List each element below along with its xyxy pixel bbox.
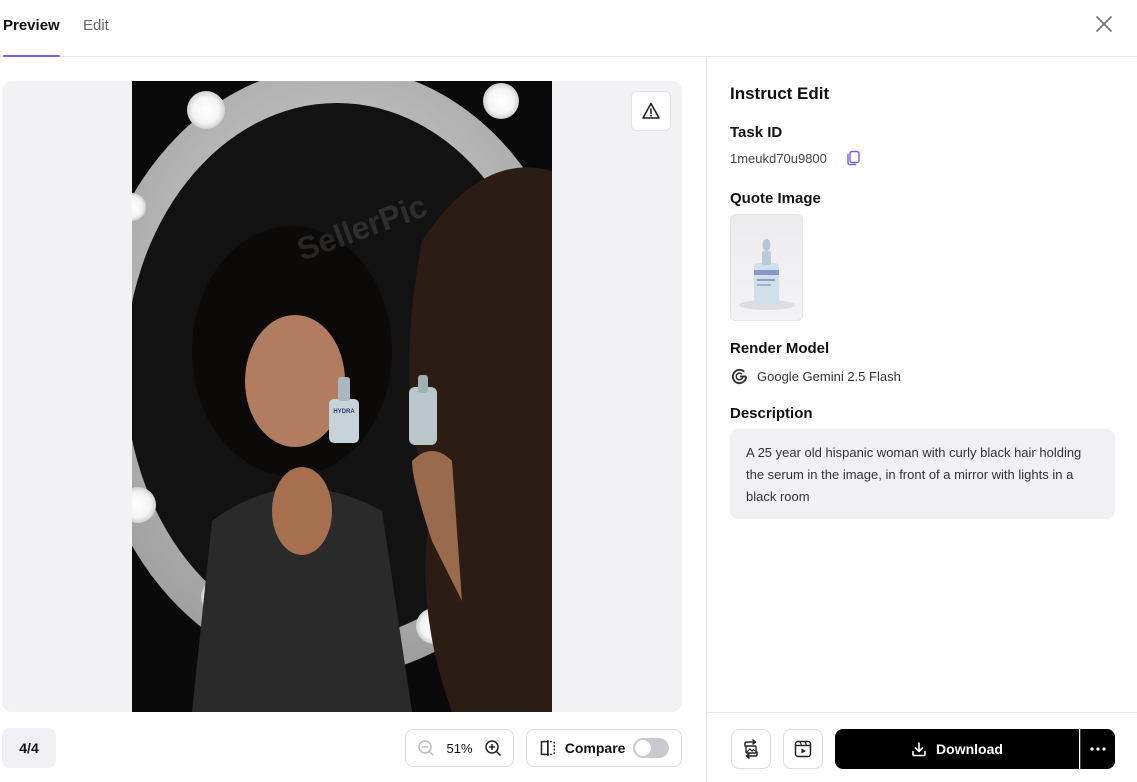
zoom-in-icon[interactable] bbox=[484, 739, 502, 757]
zoom-level: 51% bbox=[446, 740, 473, 756]
compare-label: Compare bbox=[564, 740, 626, 756]
tab-edit[interactable]: Edit bbox=[83, 0, 109, 57]
bottle-label-text: HYDRA bbox=[333, 409, 355, 415]
modal-header: Preview Edit bbox=[0, 0, 1137, 57]
image-swap-icon bbox=[744, 739, 758, 759]
description-label: Description bbox=[730, 405, 813, 422]
more-icon bbox=[1090, 747, 1106, 751]
render-model-row: Google Gemini 2.5 Flash bbox=[730, 367, 901, 386]
tab-preview[interactable]: Preview bbox=[3, 0, 60, 57]
zoom-out-icon[interactable] bbox=[417, 739, 435, 757]
quote-image-label: Quote Image bbox=[730, 190, 821, 207]
video-button[interactable] bbox=[783, 729, 823, 769]
zoom-control: 51% bbox=[405, 729, 514, 767]
serum-bottle-image bbox=[739, 239, 795, 310]
compare-icon bbox=[540, 740, 555, 756]
more-options-button[interactable] bbox=[1080, 729, 1115, 769]
task-id-value: 1meukd70u9800 bbox=[730, 151, 827, 166]
warning-icon bbox=[642, 102, 660, 119]
download-label: Download bbox=[936, 741, 1003, 757]
mirror-scene-illustration: HYDRA SellerPic bbox=[132, 81, 552, 712]
google-g-icon bbox=[731, 368, 748, 385]
compare-control[interactable]: Compare bbox=[526, 729, 682, 767]
image-preview-area: HYDRA SellerPic bbox=[2, 81, 682, 712]
regenerate-button[interactable] bbox=[731, 729, 771, 769]
generated-image[interactable]: HYDRA SellerPic bbox=[132, 81, 552, 712]
video-frame-icon bbox=[794, 740, 812, 758]
panel-footer: Download bbox=[707, 712, 1137, 782]
close-icon[interactable] bbox=[1093, 13, 1115, 35]
task-id-label: Task ID bbox=[730, 124, 783, 141]
report-button[interactable] bbox=[631, 91, 671, 131]
render-model-label: Render Model bbox=[730, 340, 830, 357]
description-text: A 25 year old hispanic woman with curly … bbox=[730, 429, 1115, 519]
page-indicator: 4/4 bbox=[2, 728, 56, 768]
download-button[interactable]: Download bbox=[835, 729, 1079, 769]
panel-title: Instruct Edit bbox=[730, 84, 830, 103]
render-model-value: Google Gemini 2.5 Flash bbox=[757, 369, 901, 384]
details-panel: Instruct Edit Task ID 1meukd70u9800 Quot… bbox=[706, 57, 1137, 782]
quote-image-thumbnail[interactable] bbox=[730, 214, 803, 321]
copy-icon[interactable] bbox=[845, 150, 861, 166]
download-icon bbox=[912, 742, 926, 757]
compare-toggle[interactable] bbox=[633, 738, 669, 758]
